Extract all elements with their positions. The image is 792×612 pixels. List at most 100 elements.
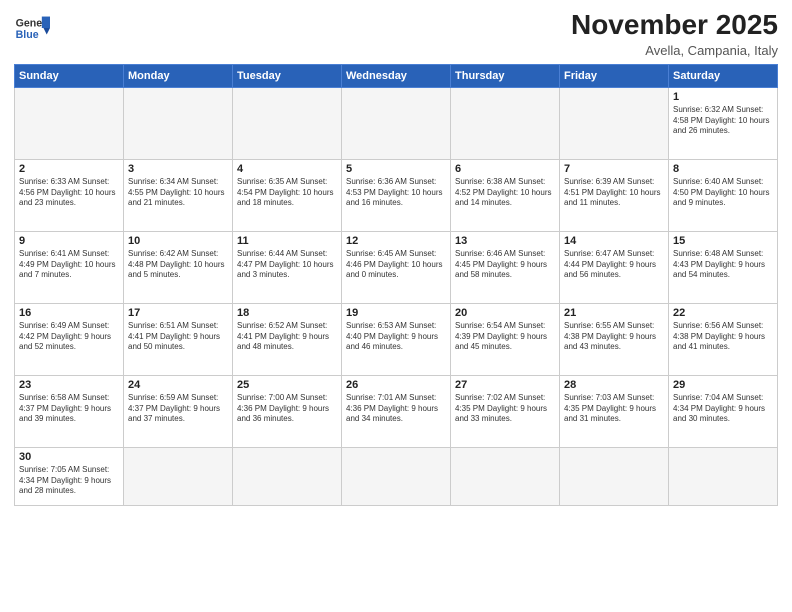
table-row [342, 87, 451, 159]
day-info: Sunrise: 6:52 AM Sunset: 4:41 PM Dayligh… [237, 321, 337, 353]
day-number: 11 [237, 235, 337, 247]
day-number: 19 [346, 307, 446, 319]
day-info: Sunrise: 6:48 AM Sunset: 4:43 PM Dayligh… [673, 249, 773, 281]
table-row: 27 Sunrise: 7:02 AM Sunset: 4:35 PM Dayli… [451, 375, 560, 447]
day-info: Sunrise: 7:03 AM Sunset: 4:35 PM Dayligh… [564, 393, 664, 425]
table-row: 29 Sunrise: 7:04 AM Sunset: 4:34 PM Dayli… [669, 375, 778, 447]
table-row: 3 Sunrise: 6:34 AM Sunset: 4:55 PM Daylig… [124, 159, 233, 231]
calendar-week-row: 16 Sunrise: 6:49 AM Sunset: 4:42 PM Dayli… [15, 303, 778, 375]
day-info: Sunrise: 6:35 AM Sunset: 4:54 PM Dayligh… [237, 177, 337, 209]
table-row [560, 87, 669, 159]
day-number: 21 [564, 307, 664, 319]
day-number: 2 [19, 163, 119, 175]
table-row: 19 Sunrise: 6:53 AM Sunset: 4:40 PM Dayli… [342, 303, 451, 375]
table-row: 9 Sunrise: 6:41 AM Sunset: 4:49 PM Daylig… [15, 231, 124, 303]
table-row: 14Sunrise: 6:47 AM Sunset: 4:44 PM Dayli… [560, 231, 669, 303]
col-wednesday: Wednesday [342, 64, 451, 87]
day-info: Sunrise: 7:04 AM Sunset: 4:34 PM Dayligh… [673, 393, 773, 425]
day-number: 1 [673, 91, 773, 103]
day-number: 5 [346, 163, 446, 175]
day-number: 26 [346, 379, 446, 391]
table-row: 8 Sunrise: 6:40 AM Sunset: 4:50 PM Daylig… [669, 159, 778, 231]
subtitle: Avella, Campania, Italy [571, 43, 778, 58]
calendar: Sunday Monday Tuesday Wednesday Thursday… [14, 64, 778, 506]
table-row [669, 447, 778, 505]
day-info: Sunrise: 6:58 AM Sunset: 4:37 PM Dayligh… [19, 393, 119, 425]
table-row [342, 447, 451, 505]
day-info: Sunrise: 6:42 AM Sunset: 4:48 PM Dayligh… [128, 249, 228, 281]
table-row: 7Sunrise: 6:39 AM Sunset: 4:51 PM Daylig… [560, 159, 669, 231]
day-number: 22 [673, 307, 773, 319]
day-number: 30 [19, 451, 119, 463]
day-number: 4 [237, 163, 337, 175]
day-info: Sunrise: 6:44 AM Sunset: 4:47 PM Dayligh… [237, 249, 337, 281]
table-row [233, 447, 342, 505]
day-info: Sunrise: 7:02 AM Sunset: 4:35 PM Dayligh… [455, 393, 555, 425]
table-row: 25 Sunrise: 7:00 AM Sunset: 4:36 PM Dayli… [233, 375, 342, 447]
day-number: 25 [237, 379, 337, 391]
day-info: Sunrise: 6:40 AM Sunset: 4:50 PM Dayligh… [673, 177, 773, 209]
col-friday: Friday [560, 64, 669, 87]
day-info: Sunrise: 6:39 AM Sunset: 4:51 PM Dayligh… [564, 177, 664, 209]
table-row: 17Sunrise: 6:51 AM Sunset: 4:41 PM Dayli… [124, 303, 233, 375]
day-info: Sunrise: 6:45 AM Sunset: 4:46 PM Dayligh… [346, 249, 446, 281]
day-info: Sunrise: 6:36 AM Sunset: 4:53 PM Dayligh… [346, 177, 446, 209]
table-row: 15 Sunrise: 6:48 AM Sunset: 4:43 PM Dayli… [669, 231, 778, 303]
header: General Blue November 2025 Avella, Campa… [14, 10, 778, 58]
table-row: 2 Sunrise: 6:33 AM Sunset: 4:56 PM Daylig… [15, 159, 124, 231]
table-row: 21Sunrise: 6:55 AM Sunset: 4:38 PM Dayli… [560, 303, 669, 375]
table-row [124, 447, 233, 505]
table-row: 1 Sunrise: 6:32 AM Sunset: 4:58 PM Daylig… [669, 87, 778, 159]
calendar-week-row: 30 Sunrise: 7:05 AM Sunset: 4:34 PM Dayli… [15, 447, 778, 505]
table-row: 28Sunrise: 7:03 AM Sunset: 4:35 PM Dayli… [560, 375, 669, 447]
day-number: 15 [673, 235, 773, 247]
col-saturday: Saturday [669, 64, 778, 87]
table-row: 11 Sunrise: 6:44 AM Sunset: 4:47 PM Dayli… [233, 231, 342, 303]
day-number: 20 [455, 307, 555, 319]
day-info: Sunrise: 6:38 AM Sunset: 4:52 PM Dayligh… [455, 177, 555, 209]
day-number: 10 [128, 235, 228, 247]
day-number: 16 [19, 307, 119, 319]
table-row: 23 Sunrise: 6:58 AM Sunset: 4:37 PM Dayli… [15, 375, 124, 447]
table-row: 16 Sunrise: 6:49 AM Sunset: 4:42 PM Dayli… [15, 303, 124, 375]
col-sunday: Sunday [15, 64, 124, 87]
day-info: Sunrise: 6:34 AM Sunset: 4:55 PM Dayligh… [128, 177, 228, 209]
table-row: 22Sunrise: 6:56 AM Sunset: 4:38 PM Dayli… [669, 303, 778, 375]
table-row: 10 Sunrise: 6:42 AM Sunset: 4:48 PM Dayli… [124, 231, 233, 303]
day-info: Sunrise: 6:49 AM Sunset: 4:42 PM Dayligh… [19, 321, 119, 353]
col-monday: Monday [124, 64, 233, 87]
table-row: 20 Sunrise: 6:54 AM Sunset: 4:39 PM Dayli… [451, 303, 560, 375]
table-row: 6 Sunrise: 6:38 AM Sunset: 4:52 PM Daylig… [451, 159, 560, 231]
day-number: 23 [19, 379, 119, 391]
day-info: Sunrise: 7:00 AM Sunset: 4:36 PM Dayligh… [237, 393, 337, 425]
calendar-week-row: 9 Sunrise: 6:41 AM Sunset: 4:49 PM Daylig… [15, 231, 778, 303]
table-row [15, 87, 124, 159]
day-number: 24 [128, 379, 228, 391]
calendar-week-row: 1 Sunrise: 6:32 AM Sunset: 4:58 PM Daylig… [15, 87, 778, 159]
calendar-week-row: 2 Sunrise: 6:33 AM Sunset: 4:56 PM Daylig… [15, 159, 778, 231]
day-number: 29 [673, 379, 773, 391]
day-info: Sunrise: 6:53 AM Sunset: 4:40 PM Dayligh… [346, 321, 446, 353]
calendar-header-row: Sunday Monday Tuesday Wednesday Thursday… [15, 64, 778, 87]
day-info: Sunrise: 6:33 AM Sunset: 4:56 PM Dayligh… [19, 177, 119, 209]
day-info: Sunrise: 6:32 AM Sunset: 4:58 PM Dayligh… [673, 105, 773, 137]
table-row: 4 Sunrise: 6:35 AM Sunset: 4:54 PM Daylig… [233, 159, 342, 231]
day-info: Sunrise: 6:59 AM Sunset: 4:37 PM Dayligh… [128, 393, 228, 425]
day-info: Sunrise: 7:05 AM Sunset: 4:34 PM Dayligh… [19, 465, 119, 497]
title-area: November 2025 Avella, Campania, Italy [571, 10, 778, 58]
day-info: Sunrise: 6:54 AM Sunset: 4:39 PM Dayligh… [455, 321, 555, 353]
logo: General Blue [14, 10, 50, 46]
day-number: 27 [455, 379, 555, 391]
day-number: 6 [455, 163, 555, 175]
day-number: 8 [673, 163, 773, 175]
page: General Blue November 2025 Avella, Campa… [0, 0, 792, 612]
table-row: 12Sunrise: 6:45 AM Sunset: 4:46 PM Dayli… [342, 231, 451, 303]
day-number: 9 [19, 235, 119, 247]
table-row [451, 87, 560, 159]
day-number: 3 [128, 163, 228, 175]
day-number: 13 [455, 235, 555, 247]
day-info: Sunrise: 6:41 AM Sunset: 4:49 PM Dayligh… [19, 249, 119, 281]
calendar-week-row: 23 Sunrise: 6:58 AM Sunset: 4:37 PM Dayli… [15, 375, 778, 447]
day-number: 14 [564, 235, 664, 247]
table-row [451, 447, 560, 505]
